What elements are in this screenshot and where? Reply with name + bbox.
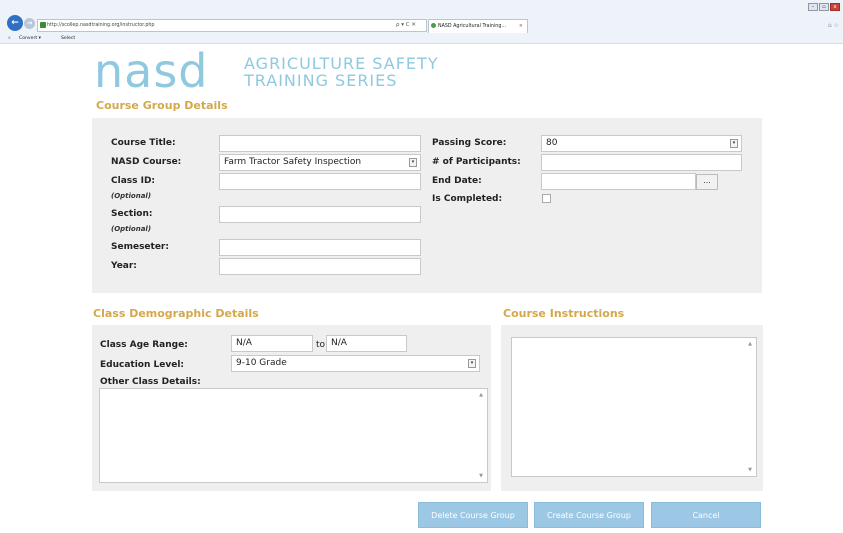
date-picker-button[interactable]: ... [696,174,718,190]
chevron-down-icon: ▾ [730,139,738,148]
course-group-title: Course Group Details [96,99,228,112]
class-id-input[interactable] [219,173,421,190]
is-completed-checkbox[interactable] [542,194,551,203]
chevron-down-icon: ▾ [468,359,476,368]
window-close-icon[interactable]: x [830,3,840,11]
cancel-button[interactable]: Cancel [651,502,761,528]
restore-icon[interactable]: ▫ [819,3,829,11]
browser-tab[interactable]: NASD Agricultural Training... × [428,19,528,33]
scroll-down-icon[interactable]: ▼ [479,473,483,479]
nasd-course-label: NASD Course: [111,157,182,167]
semester-label: Semeseter: [111,242,169,252]
class-id-label: Class ID: [111,176,156,186]
age-from-input[interactable]: N/A [231,335,313,352]
scroll-up-icon[interactable]: ▲ [748,341,752,347]
participants-input[interactable] [541,154,742,171]
section-label: Section: [111,209,153,219]
nasd-logo: nasd [94,44,209,98]
home-star-icons[interactable]: ⌂ ☆ [828,22,839,29]
section-optional: (Optional) [111,225,152,233]
site-icon [40,22,46,28]
is-completed-label: Is Completed: [432,194,503,204]
demographics-title: Class Demographic Details [93,307,259,320]
age-range-label: Class Age Range: [100,340,188,350]
class-id-optional: (Optional) [111,192,152,200]
address-bar[interactable]: http://scollep.nasdtraining.org/instruct… [37,19,427,32]
scroll-up-icon[interactable]: ▲ [479,392,483,398]
instructions-textarea[interactable]: ▲ ▼ [511,337,757,477]
back-arrow-icon[interactable]: ← [7,15,23,31]
education-level-label: Education Level: [100,360,185,370]
tagline-line-1: AGRICULTURE SAFETY [244,54,439,73]
instructions-title: Course Instructions [503,307,625,320]
nasd-course-select[interactable]: Farm Tractor Safety Inspection ▾ [219,154,421,171]
window-controls: – ▫ x [808,3,840,12]
tagline-line-2: TRAINING SERIES [244,71,398,90]
course-title-label: Course Title: [111,138,176,148]
address-tools[interactable]: ρ ▾ C ✕ [396,19,426,32]
other-details-textarea[interactable]: ▲ ▼ [99,388,488,483]
participants-label: # of Participants: [432,157,521,167]
section-input[interactable] [219,206,421,223]
browser-chrome: ← → http://scollep.nasdtraining.org/inst… [0,0,843,44]
end-date-input[interactable] [541,173,696,190]
year-label: Year: [111,261,137,271]
semester-input[interactable] [219,239,421,256]
tab-title: NASD Agricultural Training... [438,24,506,29]
chevron-down-icon: ▾ [409,158,417,167]
select-button[interactable]: Select [61,33,75,44]
tagline: AGRICULTURE SAFETY TRAINING SERIES [244,55,439,89]
tab-close-icon[interactable]: × [519,20,523,33]
year-input[interactable] [219,258,421,275]
scroll-down-icon[interactable]: ▼ [748,467,752,473]
age-to-label: to [316,340,326,350]
address-url: http://scollep.nasdtraining.org/instruct… [47,23,155,28]
delete-course-group-button[interactable]: Delete Course Group [418,502,528,528]
tab-favicon-icon [431,23,436,28]
favorites-bar: x Convert ▾ Select [0,33,843,44]
end-date-label: End Date: [432,176,482,186]
passing-score-label: Passing Score: [432,138,507,148]
other-details-label: Other Class Details: [100,377,201,387]
passing-score-value: 80 [546,138,558,148]
minimize-icon[interactable]: – [808,3,818,11]
convert-menu[interactable]: Convert ▾ [19,33,41,44]
age-to-input[interactable]: N/A [326,335,407,352]
education-level-select[interactable]: 9-10 Grade ▾ [231,355,480,372]
create-course-group-button[interactable]: Create Course Group [534,502,644,528]
nasd-course-value: Farm Tractor Safety Inspection [224,157,362,167]
forward-arrow-icon[interactable]: → [24,18,35,29]
education-level-value: 9-10 Grade [236,358,287,368]
course-title-input[interactable] [219,135,421,152]
passing-score-select[interactable]: 80 ▾ [541,135,742,152]
favorites-close-icon[interactable]: x [8,33,11,44]
